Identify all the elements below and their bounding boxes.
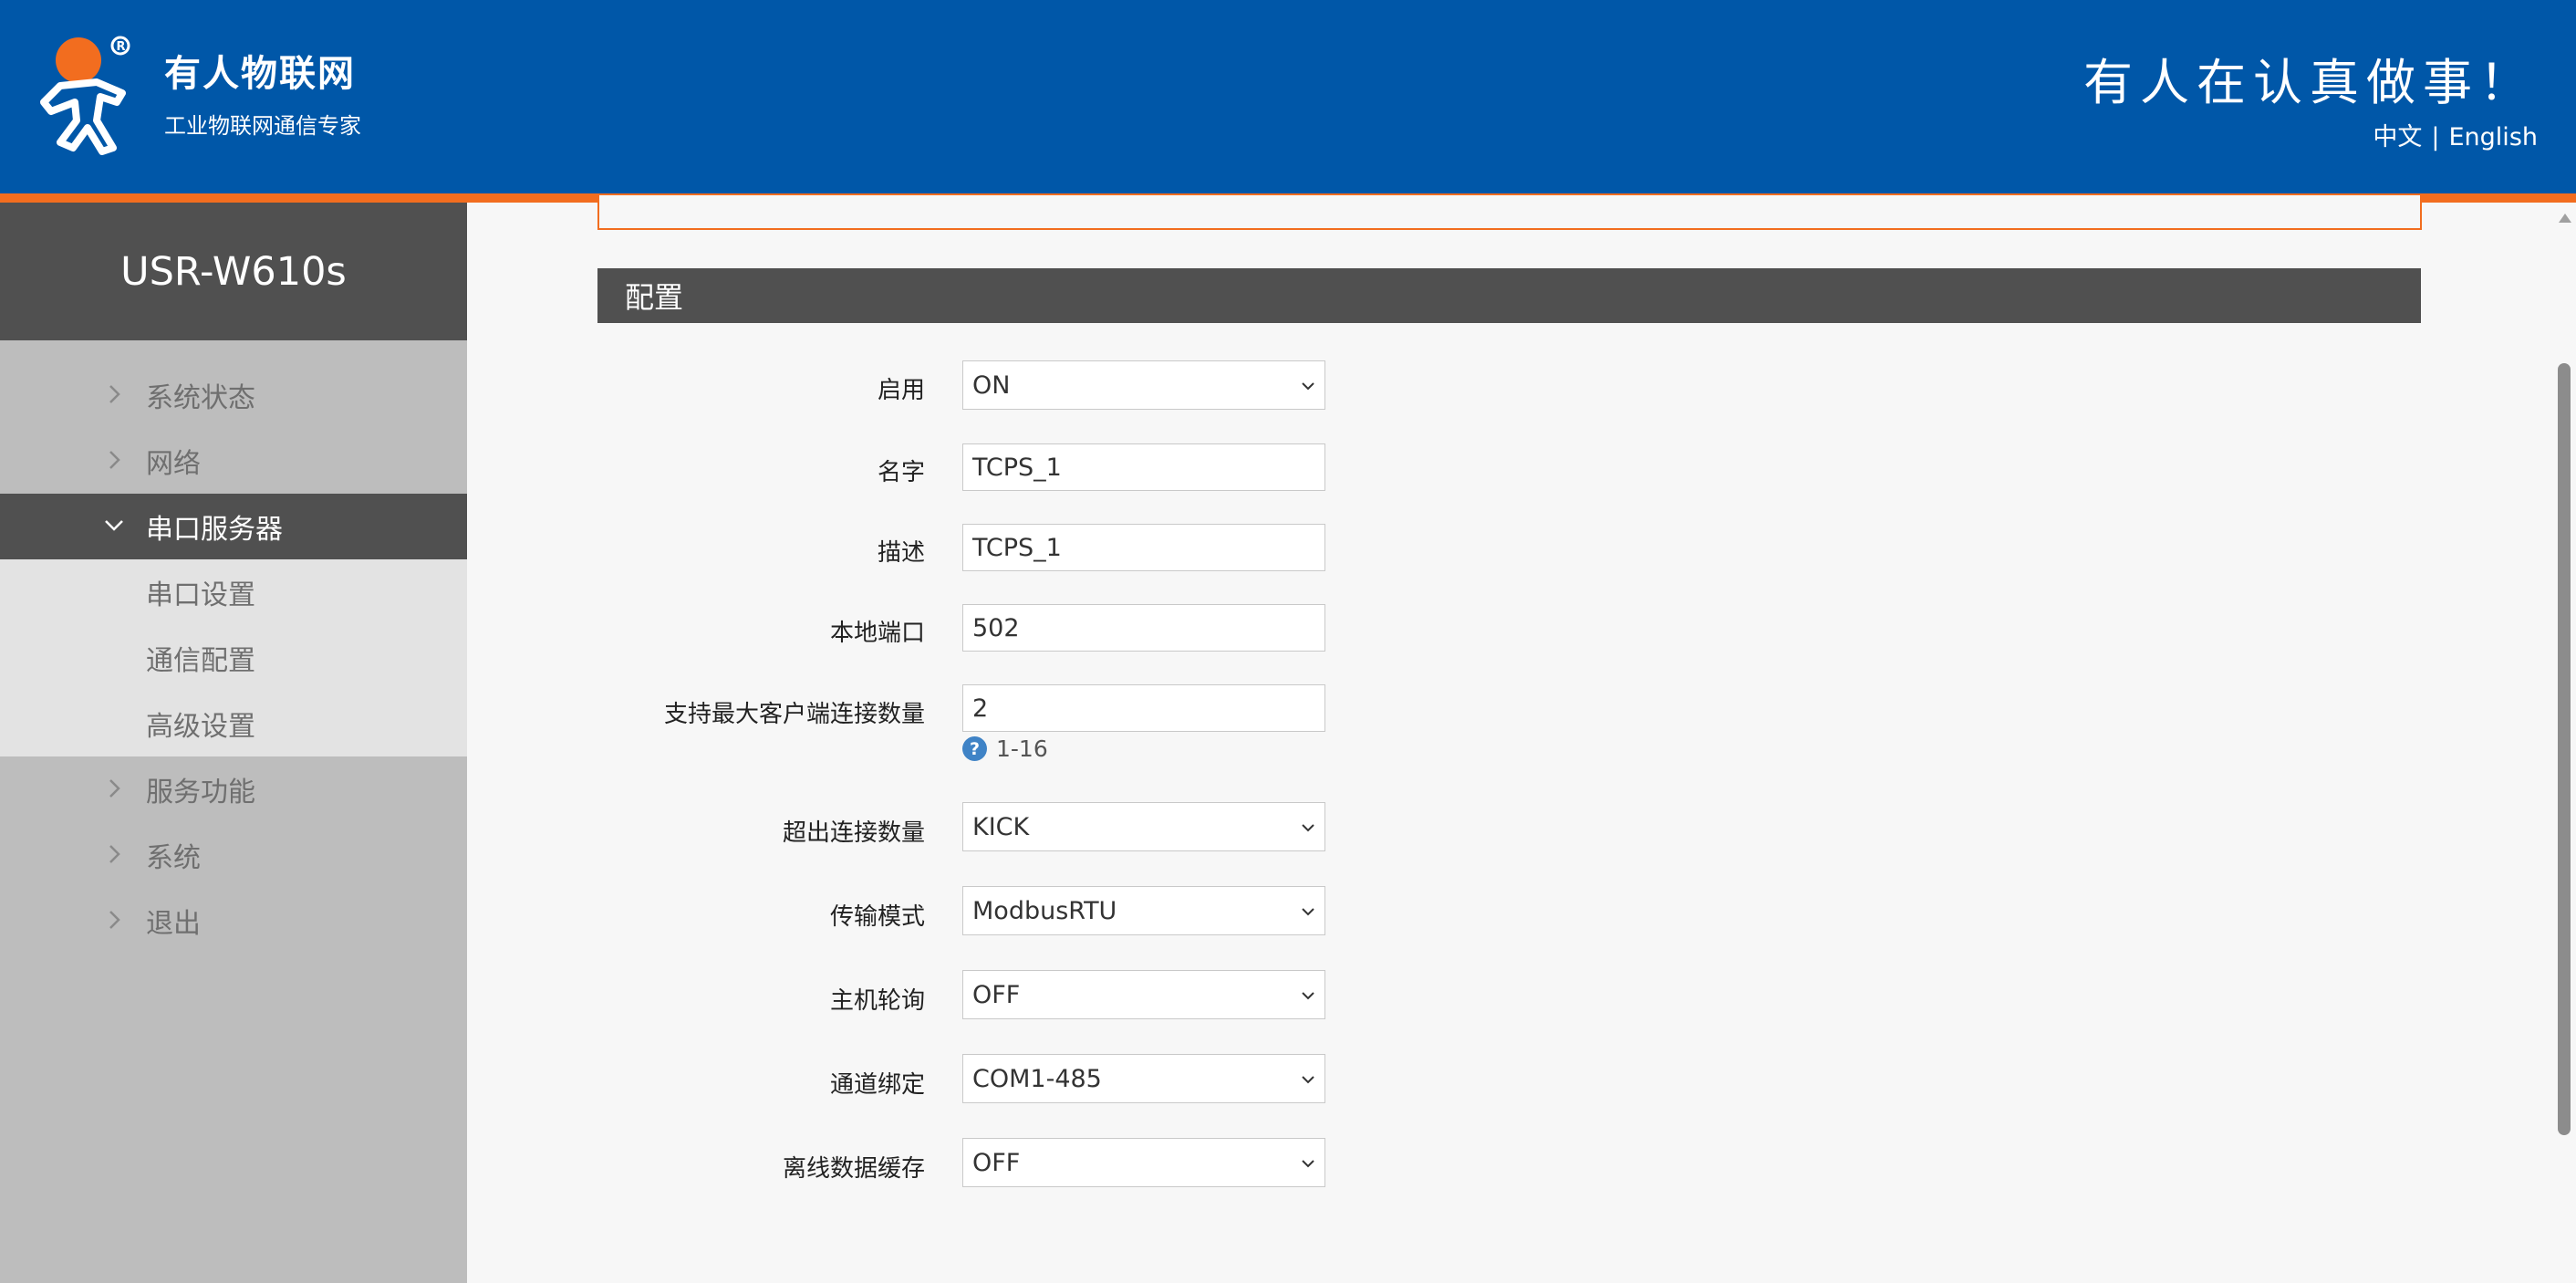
host-polling-select[interactable]: OFF [962,970,1325,1019]
sidebar-item-label: 串口服务器 [146,514,283,546]
exceed-connections-select[interactable]: KICK [962,802,1325,851]
chevron-right-icon [109,911,120,929]
local-port-input[interactable]: 502 [962,604,1325,652]
transfer-mode-select-value: ModbusRTU [972,896,1117,925]
chevron-right-icon [109,385,120,403]
description-input[interactable]: TCPS_1 [962,524,1325,571]
field-label-offline-cache: 离线数据缓存 [782,1155,925,1183]
sidebar: USR-W610s 系统状态 网络 串口服务器 串口设置 通信配置 高级设置 服… [0,203,467,1283]
chevron-down-icon [1302,992,1314,1000]
field-label-transfer-mode: 传输模式 [829,903,925,931]
chevron-down-icon [1302,382,1314,391]
sidebar-item-system[interactable]: 系统 [0,822,467,888]
svg-text:R: R [117,40,126,54]
slogan: 有人在认真做事！ [2083,54,2536,111]
sidebar-item-serial-server[interactable]: 串口服务器 [0,494,467,559]
sidebar-item-label: 服务功能 [146,777,255,808]
chevron-down-icon [1302,1160,1314,1168]
header-bar: R 有人物联网 工业物联网通信专家 有人在认真做事！ 中文 | English [0,0,2576,193]
language-switcher: 中文 | English [2373,117,2538,152]
max-clients-input[interactable]: 2 [962,684,1325,732]
sidebar-item-label: 退出 [146,908,201,940]
vertical-scrollbar[interactable] [2554,203,2576,1283]
chevron-down-icon [1302,824,1314,832]
sidebar-item-network[interactable]: 网络 [0,428,467,494]
sidebar-item-system-status[interactable]: 系统状态 [0,362,467,428]
sidebar-item-label: 网络 [146,448,201,480]
transfer-mode-select[interactable]: ModbusRTU [962,886,1325,935]
sidebar-subitem-serial-settings[interactable]: 串口设置 [0,559,467,625]
field-label-exceed-connections: 超出连接数量 [782,819,925,847]
chevron-right-icon [109,451,120,469]
brand-name: 有人物联网 [164,53,356,95]
exceed-connections-select-value: KICK [972,812,1030,841]
name-input[interactable]: TCPS_1 [962,443,1325,491]
sidebar-item-label: 系统 [146,842,201,874]
chevron-down-icon [105,520,123,531]
field-label-host-polling: 主机轮询 [829,987,925,1015]
sidebar-subnav: 串口设置 通信配置 高级设置 [0,559,467,756]
enable-select-value: ON [972,370,1011,400]
sidebar-nav: 系统状态 网络 串口服务器 串口设置 通信配置 高级设置 服务功能 系统 退出 [0,340,467,954]
field-label-name: 名字 [877,459,925,486]
offline-cache-select-value: OFF [972,1148,1021,1177]
lang-separator: | [2431,123,2440,151]
max-clients-hint-text: 1-16 [996,735,1048,762]
sidebar-subitem-advanced-settings[interactable]: 高级设置 [0,691,467,756]
sidebar-subitem-comm-config[interactable]: 通信配置 [0,625,467,691]
sidebar-item-logout[interactable]: 退出 [0,888,467,954]
sidebar-item-service-functions[interactable]: 服务功能 [0,756,467,822]
field-label-max-clients: 支持最大客户端连接数量 [663,701,925,728]
host-polling-select-value: OFF [972,980,1021,1009]
chevron-right-icon [109,845,120,863]
brand-subtitle: 工业物联网通信专家 [164,113,361,139]
field-label-local-port: 本地端口 [829,620,925,647]
field-label-enable: 启用 [877,377,925,404]
help-icon: ? [962,736,987,761]
enable-select[interactable]: ON [962,360,1325,410]
lang-english-link[interactable]: English [2449,123,2539,151]
field-label-description: 描述 [877,539,925,567]
offline-cache-select[interactable]: OFF [962,1138,1325,1187]
device-name: USR-W610s [0,203,467,340]
channel-binding-select[interactable]: COM1-485 [962,1054,1325,1103]
section-title: 配置 [597,268,2421,323]
scrollbar-thumb[interactable] [2558,363,2571,1135]
chevron-right-icon [109,779,120,798]
field-label-channel-binding: 通道绑定 [829,1071,925,1099]
max-clients-hint: ? 1-16 [962,735,1048,762]
previous-section-box [597,195,2422,230]
lang-chinese-link[interactable]: 中文 [2373,123,2422,151]
chevron-down-icon [1302,908,1314,916]
scroll-up-arrow-icon[interactable] [2559,214,2571,223]
chevron-down-icon [1302,1076,1314,1084]
sidebar-item-label: 系统状态 [146,382,255,414]
channel-binding-select-value: COM1-485 [972,1064,1102,1093]
logo-icon: R [40,36,130,155]
